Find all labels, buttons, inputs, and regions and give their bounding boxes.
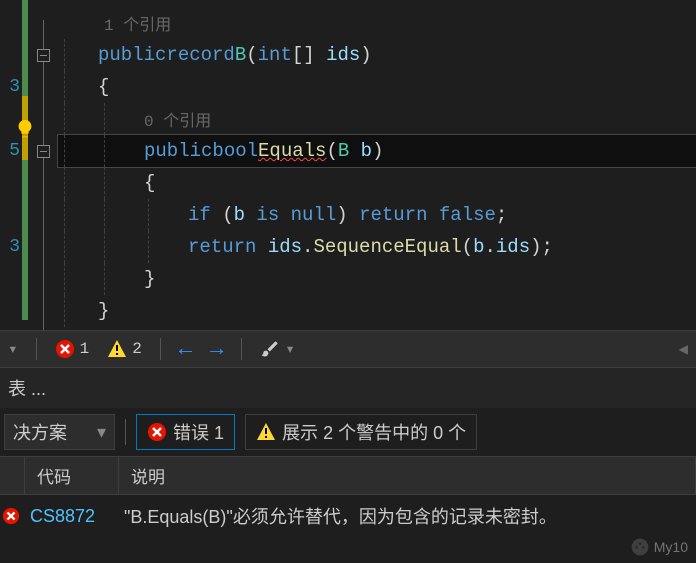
lightbulb-icon[interactable] (14, 118, 36, 140)
code-line-active[interactable]: public bool Equals(B b) (58, 135, 696, 167)
errors-filter-button[interactable]: 错误 1 (136, 414, 235, 450)
codelens-references[interactable]: 1 个引用 (104, 11, 171, 35)
error-list-row[interactable]: CS8872 "B.Equals(B)"必须允许替代，因为包含的记录未密封。 (0, 495, 696, 537)
header-code-col[interactable]: 代码 (25, 457, 119, 494)
error-toolbar: ▾ 1 2 ← → ▾ ◀ (0, 330, 696, 368)
code-line[interactable]: } (58, 295, 696, 327)
code-line[interactable]: return ids.SequenceEqual(b.ids); (58, 231, 696, 263)
header-icon-col[interactable] (0, 457, 25, 494)
code-line[interactable]: public record B(int[] ids) (58, 39, 696, 71)
nav-back-button[interactable]: ← (179, 337, 192, 362)
error-list-header: 代码 说明 (0, 456, 696, 495)
chevron-down-icon: ▾ (97, 422, 106, 443)
code-line[interactable]: 0 个引用 (58, 103, 696, 135)
fold-toggle-icon[interactable] (37, 145, 50, 158)
line-number-column: 3 5 3 (0, 0, 20, 330)
filter-bar: 决方案 ▾ 错误 1 展示 2 个警告中的 0 个 (0, 408, 696, 456)
code-line[interactable]: { (58, 167, 696, 199)
warning-count-button[interactable]: 2 (107, 339, 142, 359)
fold-column (28, 0, 58, 330)
code-line[interactable]: { (58, 71, 696, 103)
chevron-down-icon[interactable]: ▾ (8, 339, 18, 359)
nav-forward-button[interactable]: → (210, 337, 223, 362)
collapse-icon[interactable]: ◀ (678, 339, 688, 359)
error-code: CS8872 (18, 506, 112, 527)
error-message: "B.Equals(B)"必须允许替代，因为包含的记录未密封。 (112, 503, 696, 529)
error-icon (0, 507, 18, 525)
watermark: My10 (630, 537, 688, 557)
brush-icon[interactable]: ▾ (260, 339, 295, 359)
code-line[interactable]: if (b is null) return false; (58, 199, 696, 231)
search-label: 表 ... (8, 375, 46, 401)
warnings-filter-button[interactable]: 展示 2 个警告中的 0 个 (245, 414, 477, 450)
codelens-references[interactable]: 0 个引用 (144, 107, 211, 131)
header-desc-col[interactable]: 说明 (119, 457, 696, 494)
code-editor[interactable]: 3 5 3 1 个引用 public record B(int[] ids) {… (0, 0, 696, 330)
fold-toggle-icon[interactable] (37, 49, 50, 62)
scope-dropdown[interactable]: 决方案 ▾ (4, 414, 115, 450)
error-squiggle: Equals (258, 140, 326, 162)
code-line[interactable]: } (58, 263, 696, 295)
search-bar[interactable]: 表 ... (0, 368, 696, 408)
code-content[interactable]: 1 个引用 public record B(int[] ids) { 0 个引用… (58, 0, 696, 330)
error-count-button[interactable]: 1 (55, 339, 90, 359)
